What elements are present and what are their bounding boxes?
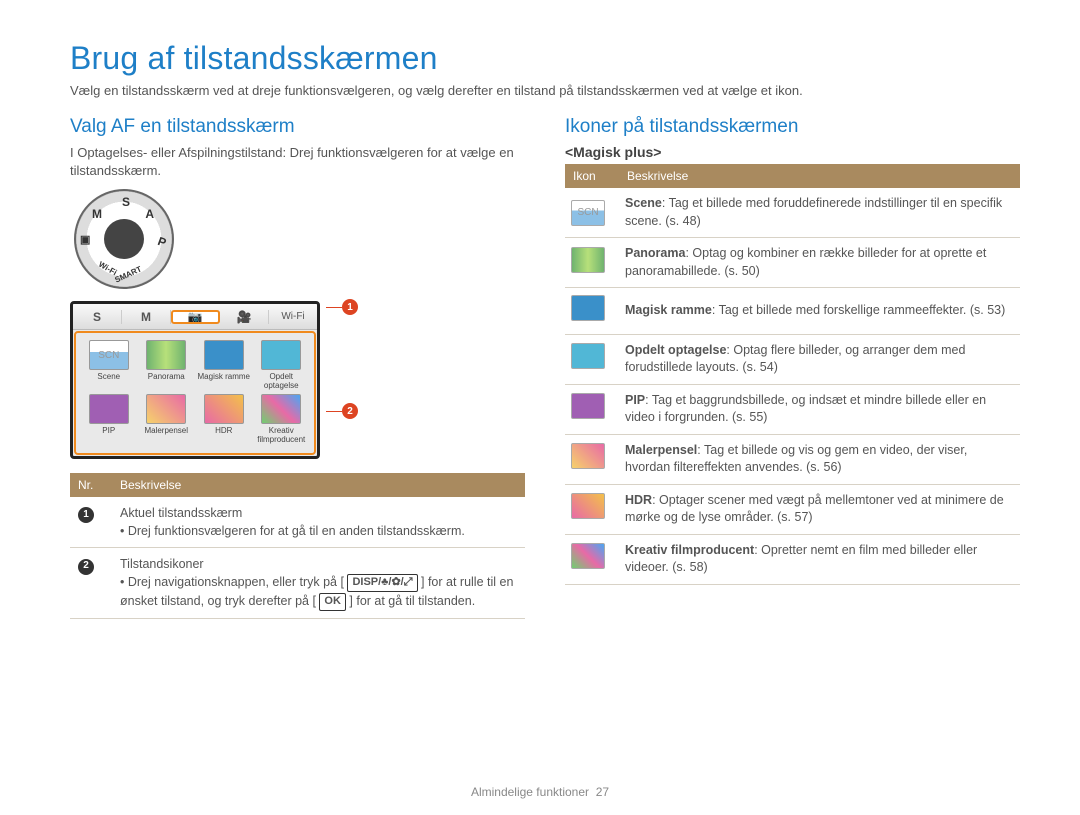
dial-letter-s: S	[122, 195, 130, 209]
callout-2: 2	[342, 403, 358, 419]
table-row: HDR: Optager scener med vægt på mellemto…	[565, 484, 1020, 534]
panorama-icon	[571, 247, 605, 273]
mode-icon-grid: SCNScene Panorama Magisk ramme Opdelt op…	[75, 332, 315, 454]
row2-bullet-a: Drej navigationsknappen, eller tryk på [	[128, 575, 344, 589]
dial-letter-wifi: Wi-Fi	[97, 260, 118, 278]
mode-tabbar: S M 📷 🎥 Wi-Fi	[73, 304, 317, 330]
tab-magicplus-active: 📷	[171, 310, 220, 324]
table-row: Panorama: Optag og kombiner en række bil…	[565, 238, 1020, 288]
right-heading: Ikoner på tilstandsskærmen	[565, 116, 1020, 138]
grid-label-pip: PIP	[102, 426, 115, 435]
grid-label-scene: Scene	[97, 372, 120, 381]
row-bold: Panorama	[625, 246, 685, 260]
row2-bullet-c: ] for at gå til tilstanden.	[349, 594, 475, 608]
hdr-icon	[571, 493, 605, 519]
left-heading: Valg AF en tilstandsskærm	[70, 116, 525, 138]
th-nr: Nr.	[70, 473, 112, 497]
left-subtext: I Optagelses- eller Afspilningstilstand:…	[70, 144, 525, 179]
left-desc-table: Nr. Beskrivelse 1 Aktuel tilstandsskærm …	[70, 473, 525, 619]
grid-label-pensel: Malerpensel	[144, 426, 188, 435]
dial-letter-smart: SMART	[113, 265, 143, 285]
dial-camera-icon: ▣	[80, 233, 90, 246]
page-number: 27	[596, 785, 609, 799]
row-bold: Malerpensel	[625, 443, 697, 457]
movie-maker-icon	[571, 543, 605, 569]
row-bold: PIP	[625, 393, 645, 407]
pip-icon	[571, 393, 605, 419]
intro-text: Vælg en tilstandsskærm ved at dreje funk…	[70, 83, 1020, 98]
row-number-2: 2	[78, 559, 94, 575]
row-bold: HDR	[625, 493, 652, 507]
table-row: 1 Aktuel tilstandsskærm • Drej funktions…	[70, 497, 525, 548]
right-subhead: <Magisk plus>	[565, 144, 1020, 160]
scene-icon: SCN	[571, 200, 605, 226]
split-shot-icon	[571, 343, 605, 369]
row-bold: Opdelt optagelse	[625, 343, 726, 357]
callout-1: 1	[342, 299, 358, 315]
row1-bullet: Drej funktionsvælgeren for at gå til en …	[128, 524, 465, 538]
table-row: Magisk ramme: Tag et billede med forskel…	[565, 288, 1020, 335]
th-ikon: Ikon	[565, 164, 619, 188]
tab-movie: 🎥	[220, 310, 269, 324]
row-rest: : Tag et baggrundsbillede, og indsæt et …	[625, 393, 986, 425]
table-row: Kreativ filmproducent: Opretter nemt en …	[565, 534, 1020, 584]
ok-button-icon: OK	[319, 593, 346, 611]
table-row: 2 Tilstandsikoner • Drej navigationsknap…	[70, 548, 525, 618]
right-column: Ikoner på tilstandsskærmen <Magisk plus>…	[565, 116, 1020, 619]
icon-desc-table: Ikon Beskrivelse SCN Scene: Tag et bille…	[565, 164, 1020, 585]
row-bold: Kreativ filmproducent	[625, 543, 754, 557]
dial-letter-m: M	[92, 207, 102, 221]
disp-button-icon: DISP/♣/✿/⤢	[347, 574, 417, 592]
dial-letter-a: A	[145, 207, 154, 221]
magic-frame-icon	[571, 295, 605, 321]
mode-dial: S A P SMART Wi-Fi M ▣	[74, 189, 525, 289]
grid-label-movie: Kreativ filmproducent	[257, 426, 305, 444]
table-row: SCN Scene: Tag et billede med foruddefin…	[565, 188, 1020, 238]
tab-wifi: Wi-Fi	[269, 311, 317, 322]
row-rest: : Optager scener med vægt på mellemtoner…	[625, 493, 1004, 525]
page-footer: Almindelige funktioner 27	[0, 785, 1080, 799]
row-bold: Magisk ramme	[625, 303, 712, 317]
grid-label-panorama: Panorama	[148, 372, 185, 381]
th-beskrivelse: Beskrivelse	[112, 473, 525, 497]
row-number-1: 1	[78, 507, 94, 523]
th-beskrivelse-right: Beskrivelse	[619, 164, 1020, 188]
dial-letter-p: P	[156, 234, 168, 250]
table-row: PIP: Tag et baggrundsbillede, og indsæt …	[565, 384, 1020, 434]
table-row: Malerpensel: Tag et billede og vis og ge…	[565, 434, 1020, 484]
grid-label-hdr: HDR	[215, 426, 232, 435]
row1-title: Aktuel tilstandsskærm	[120, 504, 519, 522]
mode-screen-graphic: 1 2 S M 📷 🎥 Wi-Fi SCNScene Panorama Magi…	[70, 301, 330, 459]
tab-s: S	[73, 310, 122, 324]
page-title: Brug af tilstandsskærmen	[70, 40, 1020, 77]
row-rest: : Tag et billede med forskellige rammeef…	[712, 303, 1005, 317]
row-bold: Scene	[625, 196, 662, 210]
paint-brush-icon	[571, 443, 605, 469]
table-row: Opdelt optagelse: Optag flere billeder, …	[565, 334, 1020, 384]
grid-label-ramme: Magisk ramme	[198, 372, 250, 381]
grid-label-opdelt: Opdelt optagelse	[264, 372, 299, 390]
left-column: Valg AF en tilstandsskærm I Optagelses- …	[70, 116, 525, 619]
row2-title: Tilstandsikoner	[120, 555, 519, 573]
tab-m: M	[122, 310, 171, 324]
row-rest: : Tag et billede med foruddefinerede ind…	[625, 196, 1002, 228]
footer-text: Almindelige funktioner	[471, 785, 589, 799]
